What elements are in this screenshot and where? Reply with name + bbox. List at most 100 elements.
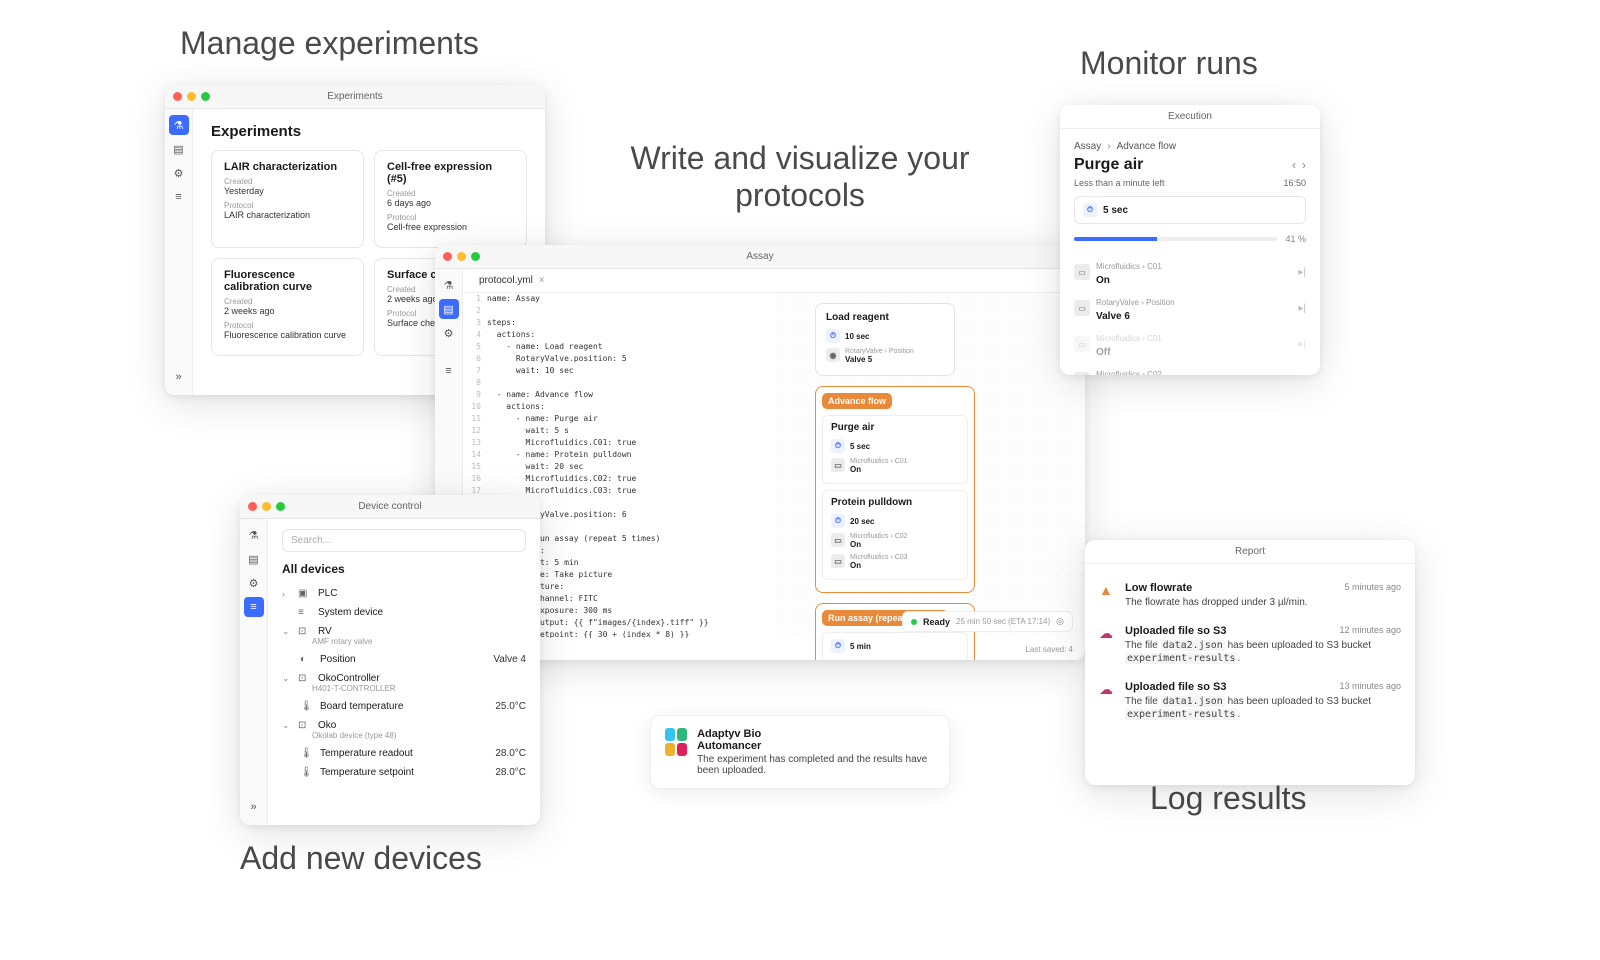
step-title: Protein pulldown [831, 497, 959, 508]
prop-name: Temperature setpoint [320, 767, 489, 778]
device-name: Oko [318, 720, 526, 731]
chip-icon[interactable]: ▤ [169, 139, 189, 159]
device-name: System device [318, 607, 526, 618]
created-value: Yesterday [224, 186, 351, 196]
chip-icon[interactable]: ▤ [439, 299, 459, 319]
rv-label: RotaryValve › Position [845, 348, 914, 355]
crumb-assay[interactable]: Assay [1074, 141, 1101, 152]
report-item[interactable]: ☁ Uploaded file so S312 minutes ago The … [1099, 617, 1401, 673]
cloud-icon: ☁ [1099, 681, 1117, 721]
device-row-plc[interactable]: ›▣PLC [276, 584, 532, 603]
execution-window: Execution Assay › Advance flow Purge air… [1060, 105, 1320, 375]
file-tab[interactable]: protocol.yml × [471, 271, 553, 290]
skip-icon[interactable]: ▸| [1298, 339, 1306, 350]
prop-value: 28.0°C [495, 748, 526, 759]
slack-icon [665, 728, 687, 756]
last-saved: Last saved: 4 [1025, 645, 1073, 654]
skip-icon[interactable]: ▸| [1298, 375, 1306, 376]
device-name: PLC [318, 588, 526, 599]
exec-item[interactable]: ▭ RotaryValve › PositionValve 6 ▸| [1074, 290, 1306, 326]
device-subtitle: AMF rotary valve [312, 637, 532, 646]
protocol-viz[interactable]: Load reagent ⏱10 sec ◉RotaryValve › Posi… [775, 293, 1085, 638]
traffic-lights[interactable] [173, 92, 210, 101]
device-window: Device control ⚗ ▤ ⚙ ≡ » Search... All d… [240, 495, 540, 825]
eta-text: Less than a minute left [1074, 178, 1165, 188]
status-detail: 25 min 50 sec (ETA 17:14) [956, 617, 1050, 626]
device-icon: ▭ [1074, 264, 1090, 280]
device-prop-temp-set[interactable]: 🌡Temperature setpoint28.0°C [276, 763, 532, 782]
device-prop-temp-read[interactable]: 🌡Temperature readout28.0°C [276, 744, 532, 763]
skip-icon[interactable]: ▸| [1298, 303, 1306, 314]
gear-icon[interactable]: ⚙ [169, 163, 189, 183]
flask-icon[interactable]: ⚗ [169, 115, 189, 135]
channel-value: On [850, 561, 861, 570]
group-advance-flow[interactable]: Advance flow Purge air ⏱5 sec ▭Microflui… [815, 386, 975, 593]
prop-value: 25.0°C [495, 701, 526, 712]
created-label: Created [387, 189, 514, 198]
run-status[interactable]: Ready 25 min 50 sec (ETA 17:14) ◎ [902, 611, 1073, 632]
prop-value: Valve 4 [493, 654, 526, 665]
exec-item[interactable]: ▭ Microfluidics › C01Off ▸| [1074, 326, 1306, 362]
step-card-purge-air[interactable]: Purge air ⏱5 sec ▭Microfluidics › C01On [822, 415, 968, 484]
experiment-card[interactable]: Fluorescence calibration curve Created 2… [211, 258, 364, 356]
slack-notification[interactable]: Adaptyv Bio Automancer The experiment ha… [650, 715, 950, 789]
timer-icon: ⏱ [831, 639, 845, 653]
next-step-icon[interactable]: › [1302, 158, 1306, 172]
wait-value: 5 sec [850, 442, 870, 451]
device-prop-position[interactable]: ◐PositionValve 4 [276, 650, 532, 669]
created-value: 2 weeks ago [224, 306, 351, 316]
device-prop-board-temp[interactable]: 🌡Board temperature25.0°C [276, 697, 532, 716]
device-sidebar: ⚗ ▤ ⚙ ≡ » [240, 519, 268, 825]
protocol-value: LAIR characterization [224, 210, 351, 220]
chip-icon[interactable]: ▤ [244, 549, 264, 569]
device-body: Search... All devices ›▣PLC ≡System devi… [268, 519, 540, 825]
report-item[interactable]: ☁ Uploaded file so S313 minutes ago The … [1099, 673, 1401, 729]
experiment-card[interactable]: Cell-free expression (#5) Created 6 days… [374, 150, 527, 248]
created-value: 6 days ago [387, 198, 514, 208]
search-input[interactable]: Search... [282, 529, 526, 552]
sliders-icon[interactable]: ≡ [439, 361, 459, 381]
step-card-wait[interactable]: ⏱ 5 min [822, 632, 968, 660]
experiments-heading: Experiments [211, 123, 527, 140]
skip-icon[interactable]: ▸| [1298, 267, 1306, 278]
exec-item[interactable]: ▭ Microfluidics › C01On ▸| [1074, 254, 1306, 290]
progress-percent: 41 % [1285, 234, 1306, 244]
gear-icon[interactable]: ⚙ [439, 323, 459, 343]
device-titlebar: Device control [240, 495, 540, 519]
step-card-protein-pulldown[interactable]: Protein pulldown ⏱20 sec ▭Microfluidics … [822, 490, 968, 580]
close-icon[interactable]: × [539, 275, 545, 286]
wait-value: 5 min [850, 642, 871, 651]
report-item[interactable]: ▲ Low flowrate5 minutes ago The flowrate… [1099, 574, 1401, 617]
crumb-flow[interactable]: Advance flow [1117, 141, 1176, 152]
flask-icon[interactable]: ⚗ [439, 275, 459, 295]
device-icon: ⊡ [298, 673, 312, 684]
gear-icon[interactable]: ⚙ [244, 573, 264, 593]
progress-bar: 41 % [1074, 234, 1306, 244]
target-icon[interactable]: ◎ [1056, 616, 1064, 627]
thermometer-icon: 🌡 [300, 701, 314, 712]
report-title: Report [1235, 546, 1265, 557]
heading-log: Log results [1150, 780, 1307, 817]
rv-value: Valve 5 [845, 355, 872, 364]
timer-icon: ⏱ [1083, 203, 1097, 217]
collapse-icon[interactable]: » [169, 367, 189, 387]
experiments-titlebar: Experiments [165, 85, 545, 109]
group-title: Advance flow [822, 393, 892, 409]
experiment-card[interactable]: LAIR characterization Created Yesterday … [211, 150, 364, 248]
sliders-icon[interactable]: ≡ [244, 597, 264, 617]
protocol-label: Protocol [387, 213, 514, 222]
step-card-load-reagent[interactable]: Load reagent ⏱10 sec ◉RotaryValve › Posi… [815, 303, 955, 376]
traffic-lights[interactable] [248, 502, 285, 511]
step-title: Purge air [831, 422, 959, 433]
traffic-lights[interactable] [443, 252, 480, 261]
device-row-system[interactable]: ≡System device [276, 603, 532, 622]
execution-body: Assay › Advance flow Purge air ‹ › Less … [1060, 129, 1320, 375]
prev-step-icon[interactable]: ‹ [1292, 158, 1296, 172]
flask-icon[interactable]: ⚗ [244, 525, 264, 545]
collapse-icon[interactable]: » [244, 797, 264, 817]
valve-icon: ◉ [826, 348, 840, 362]
protocol-value: Fluorescence calibration curve [224, 330, 351, 340]
exec-item[interactable]: ▭ Microfluidics › C02Off ▸| [1074, 362, 1306, 375]
step-title: Load reagent [826, 312, 944, 323]
sliders-icon[interactable]: ≡ [169, 187, 189, 207]
